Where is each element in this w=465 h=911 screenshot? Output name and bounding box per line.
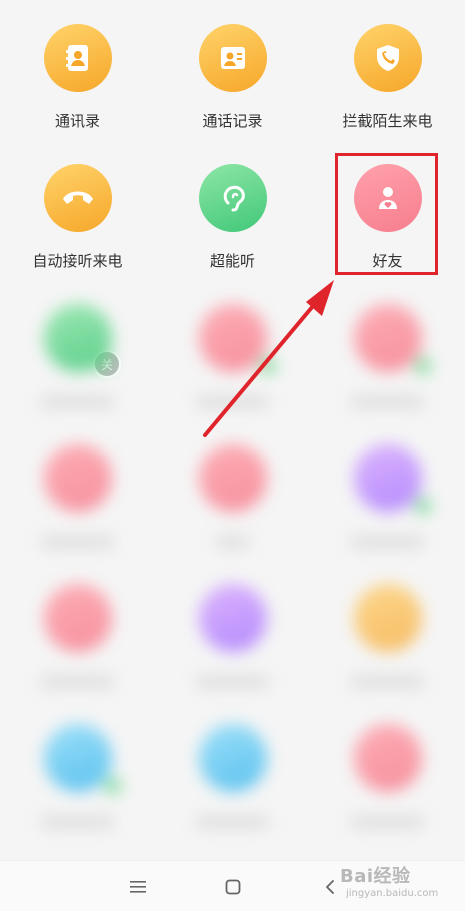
blurred-icon xyxy=(354,724,422,792)
app-label: 通讯录 xyxy=(54,112,100,130)
blurred-label xyxy=(195,676,270,688)
app-super-listen[interactable]: 超能听 xyxy=(155,140,310,280)
blurred-label xyxy=(40,676,115,688)
blurred-icon xyxy=(199,304,267,372)
blurred-icon xyxy=(354,304,422,372)
watermark-subtext: jingyan.baidu.com xyxy=(346,888,439,899)
blurred-app xyxy=(310,560,465,700)
blurred-app xyxy=(310,700,465,840)
app-call-log[interactable]: 通话记录 xyxy=(155,0,310,140)
blurred-label xyxy=(195,396,270,408)
blurred-app xyxy=(310,280,465,420)
blurred-icon xyxy=(354,444,422,512)
blurred-icon xyxy=(199,444,267,512)
blurred-app xyxy=(155,700,310,840)
blurred-label xyxy=(350,676,425,688)
blurred-label xyxy=(350,396,425,408)
blurred-label xyxy=(40,536,115,548)
call-log-icon xyxy=(199,24,267,92)
blurred-app xyxy=(0,700,155,840)
blurred-icon xyxy=(44,584,112,652)
blurred-icon xyxy=(44,444,112,512)
watermark-text: Bai经验 xyxy=(340,866,411,887)
app-auto-answer[interactable]: 关 自动接听来电 xyxy=(0,140,155,378)
home-icon[interactable] xyxy=(219,873,247,901)
blurred-label xyxy=(40,816,115,828)
app-label: 拦截陌生来电 xyxy=(342,112,433,130)
highlight-box xyxy=(335,153,438,275)
blurred-app xyxy=(310,420,465,560)
blurred-icon xyxy=(199,724,267,792)
blurred-icon xyxy=(199,584,267,652)
contacts-icon xyxy=(44,24,112,92)
blurred-dot xyxy=(105,778,121,794)
app-label: 通话记录 xyxy=(202,112,263,130)
blurred-icon xyxy=(354,584,422,652)
app-block-calls[interactable]: 拦截陌生来电 xyxy=(310,0,465,140)
blurred-dot xyxy=(95,355,111,371)
ear-icon xyxy=(199,164,267,232)
blurred-dot xyxy=(415,498,431,514)
blurred-label xyxy=(215,536,250,548)
blurred-label xyxy=(350,816,425,828)
blurred-app xyxy=(0,420,155,560)
blurred-app xyxy=(155,420,310,560)
blurred-dot xyxy=(260,358,276,374)
blurred-label xyxy=(350,536,425,548)
app-contacts[interactable]: 通讯录 xyxy=(0,0,155,140)
app-grid: 通讯录 通话记录 拦截陌生来电 关 xyxy=(0,0,465,860)
blurred-icon xyxy=(44,724,112,792)
blurred-app xyxy=(0,280,155,420)
shield-phone-icon xyxy=(354,24,422,92)
menu-icon[interactable] xyxy=(124,873,152,901)
app-label: 自动接听来电 xyxy=(32,252,123,270)
blurred-app xyxy=(155,560,310,700)
blurred-label xyxy=(195,816,270,828)
phone-handset-icon xyxy=(44,164,112,232)
blurred-app xyxy=(155,280,310,420)
watermark: Bai经验 jingyan.baidu.com xyxy=(340,862,460,906)
blurred-label xyxy=(40,396,115,408)
app-label: 超能听 xyxy=(209,252,255,270)
blurred-app xyxy=(0,560,155,700)
blurred-dot xyxy=(415,358,431,374)
